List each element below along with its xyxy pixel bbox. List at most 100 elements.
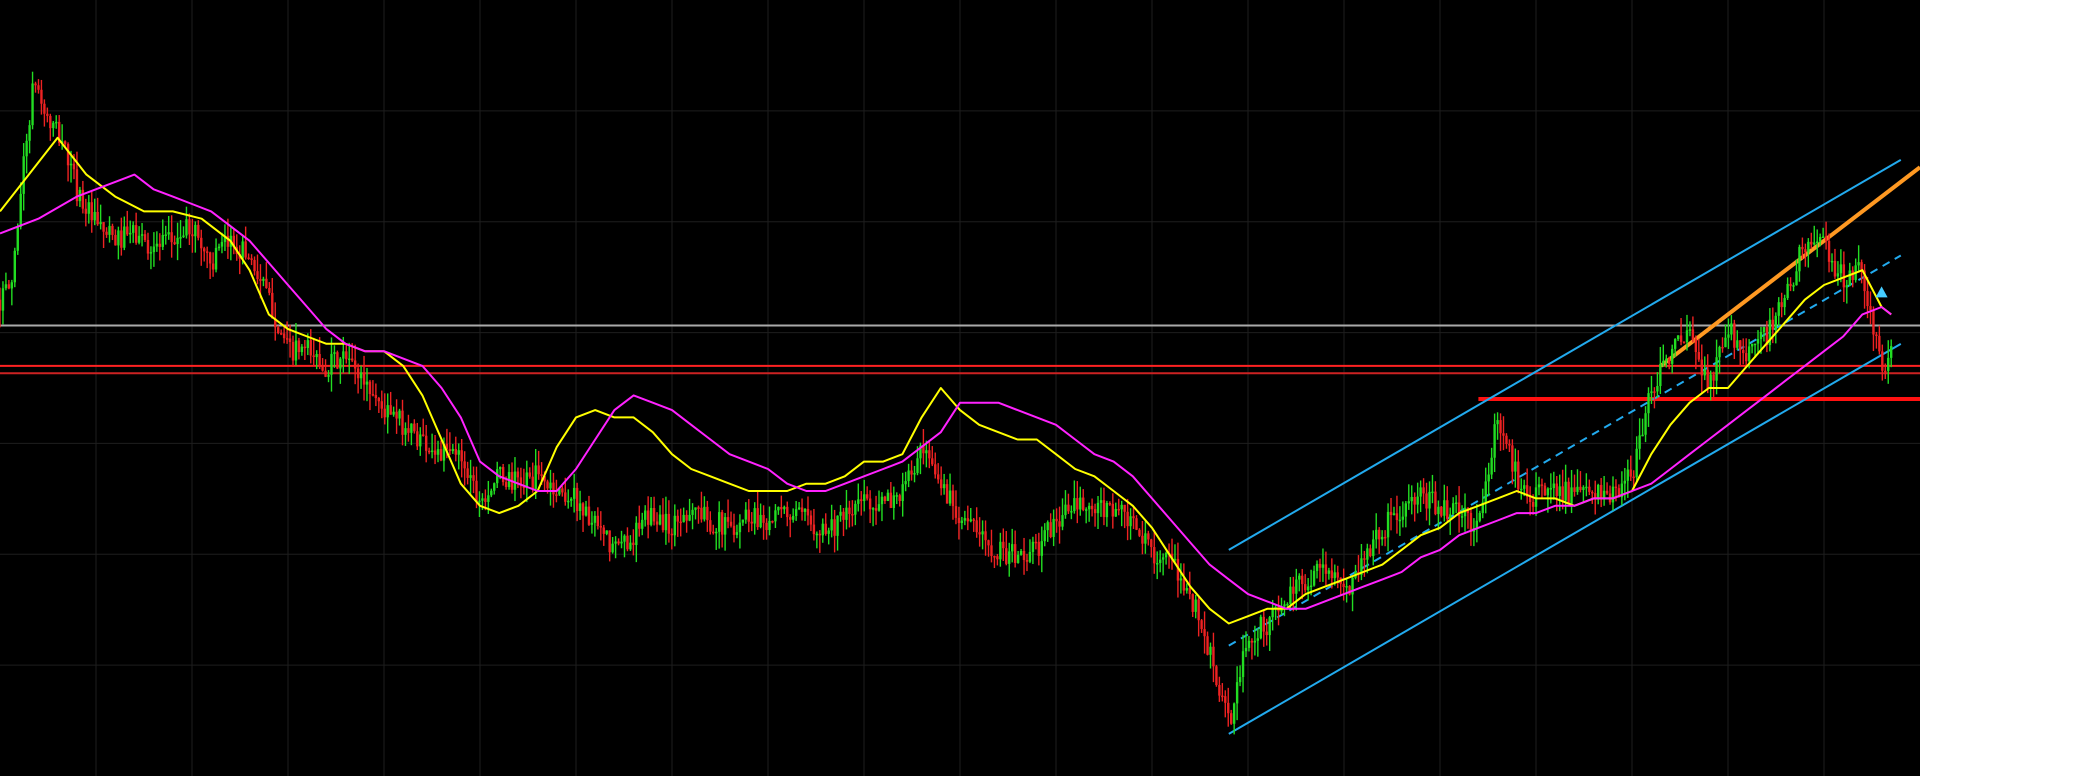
candle-body [1034,541,1038,544]
candle-body [1709,374,1712,389]
candle-body [149,252,153,254]
candle-body [720,512,724,535]
candle-body [646,510,650,525]
candle-body [416,431,419,447]
candle-body [1673,339,1677,349]
candle-body [1836,273,1840,277]
candle-body [1022,550,1026,561]
candle-body [1611,486,1615,503]
candle-body [493,483,496,491]
candle-body [1549,488,1553,490]
candle-body [794,509,798,516]
candle-body [966,518,969,522]
candle-body [851,513,854,516]
candle-body [490,490,493,496]
candle-body [1602,490,1606,499]
candle-body [324,370,327,377]
candle-body [404,428,407,435]
candle-body [167,232,170,235]
candle-body [1303,584,1307,591]
candle-body [1505,435,1508,444]
candle-body [1416,496,1419,505]
candle-body [253,259,256,272]
candle-body [395,411,398,419]
candle-body [1061,515,1064,527]
candle-body [863,494,866,502]
candle-body [1295,579,1298,594]
candle-body [1490,457,1493,475]
candle-body [1301,575,1304,585]
candle-body [1644,413,1647,435]
candle-body [629,542,632,550]
candle-body [1582,487,1585,491]
candle-body [392,411,395,415]
candle-body [419,434,422,447]
candle-body [93,211,96,221]
candle-body [729,521,733,526]
candle-body [1573,487,1576,492]
candle-body [365,381,369,385]
candle-body [916,458,919,473]
candle-body [291,342,295,361]
candle-body [1875,334,1878,337]
candle-body [759,514,762,528]
candle-body [1298,575,1301,580]
candle-body [1810,241,1813,245]
candle-body [1813,242,1816,245]
candle-body [1869,306,1872,311]
candle-body [504,482,508,488]
candle-body [182,235,185,238]
candle-body [46,113,49,116]
candle-body [1398,519,1402,522]
candle-body [1224,696,1227,703]
candle-body [1010,544,1014,552]
candle-body [244,241,247,258]
candle-body [987,540,990,546]
candle-body [1706,369,1709,389]
candle-body [194,224,197,237]
moving-average-line [0,173,1892,610]
candle-body [1839,264,1843,274]
candle-body [599,526,603,528]
candle-body [1410,496,1413,502]
candle-body [1049,522,1052,537]
candle-body [1848,270,1851,286]
candle-body [1730,323,1733,335]
chart-grid [0,0,1920,776]
candle-body [1008,551,1011,564]
candle-body [809,515,813,525]
candle-body [1102,500,1106,518]
candle-body [129,232,132,235]
candle-body [1520,488,1523,491]
candle-body [1801,246,1804,250]
candle-body [753,508,756,524]
candle-body [1111,503,1115,517]
candle-body [1016,554,1020,563]
price-chart-panel[interactable] [0,0,1920,776]
candle-body [401,410,404,435]
candle-body [664,513,668,531]
candle-body [353,360,357,369]
candle-body [339,358,342,369]
candle-body [1040,541,1043,556]
candle-body [1682,341,1686,344]
candle-body [377,398,381,402]
candle-body [1443,500,1446,516]
candle-body [786,506,789,518]
candle-body [220,241,224,247]
candle-body [460,450,463,462]
candle-body [679,521,682,524]
candle-body [1392,513,1396,516]
candle-body [540,474,543,477]
candle-body [972,519,975,521]
candle-body [430,450,434,452]
candle-body [611,543,614,553]
candle-body [1191,594,1194,612]
candle-body [990,545,993,557]
candle-body [179,237,182,239]
candle-body [774,510,777,522]
candlestick-chart[interactable] [0,0,1920,776]
candle-body [913,472,916,475]
candle-body [1431,491,1434,494]
candle-body [413,423,416,432]
